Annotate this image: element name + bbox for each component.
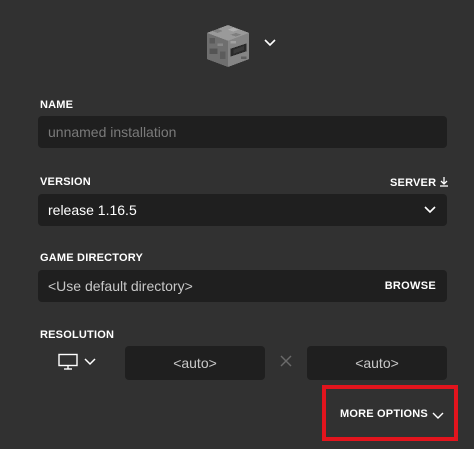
server-download-link[interactable]: SERVER <box>390 176 449 189</box>
more-options-button[interactable]: MORE OPTIONS <box>340 408 428 420</box>
game-directory-label: GAME DIRECTORY <box>40 252 144 264</box>
version-label: VERSION <box>40 176 91 188</box>
chevron-down-icon[interactable] <box>423 205 437 215</box>
chevron-down-icon[interactable] <box>84 358 96 366</box>
version-value: release 1.16.5 <box>48 202 137 218</box>
name-label: NAME <box>40 99 74 111</box>
resolution-width-input[interactable]: <auto> <box>125 346 265 380</box>
edit-installation-form: NAME unnamed installation VERSION SERVER… <box>0 0 474 449</box>
resolution-height-input[interactable]: <auto> <box>307 346 447 380</box>
game-directory-placeholder: <Use default directory> <box>48 278 193 294</box>
chevron-down-icon[interactable] <box>263 38 277 48</box>
name-input[interactable]: unnamed installation <box>38 116 447 148</box>
download-icon <box>440 177 449 187</box>
installation-icon-selector[interactable] <box>0 20 474 70</box>
chevron-down-icon[interactable] <box>432 412 444 420</box>
game-directory-input[interactable]: <Use default directory> BROWSE <box>38 270 447 302</box>
resolution-label: RESOLUTION <box>40 329 115 341</box>
monitor-icon[interactable] <box>58 353 78 371</box>
version-select[interactable]: release 1.16.5 <box>38 194 447 226</box>
name-placeholder: unnamed installation <box>48 124 177 140</box>
times-icon <box>280 355 292 367</box>
server-label: SERVER <box>390 177 437 189</box>
furnace-block-icon[interactable] <box>207 24 249 68</box>
resolution-row: <auto> <auto> <box>0 346 474 380</box>
browse-button[interactable]: BROWSE <box>385 270 436 302</box>
